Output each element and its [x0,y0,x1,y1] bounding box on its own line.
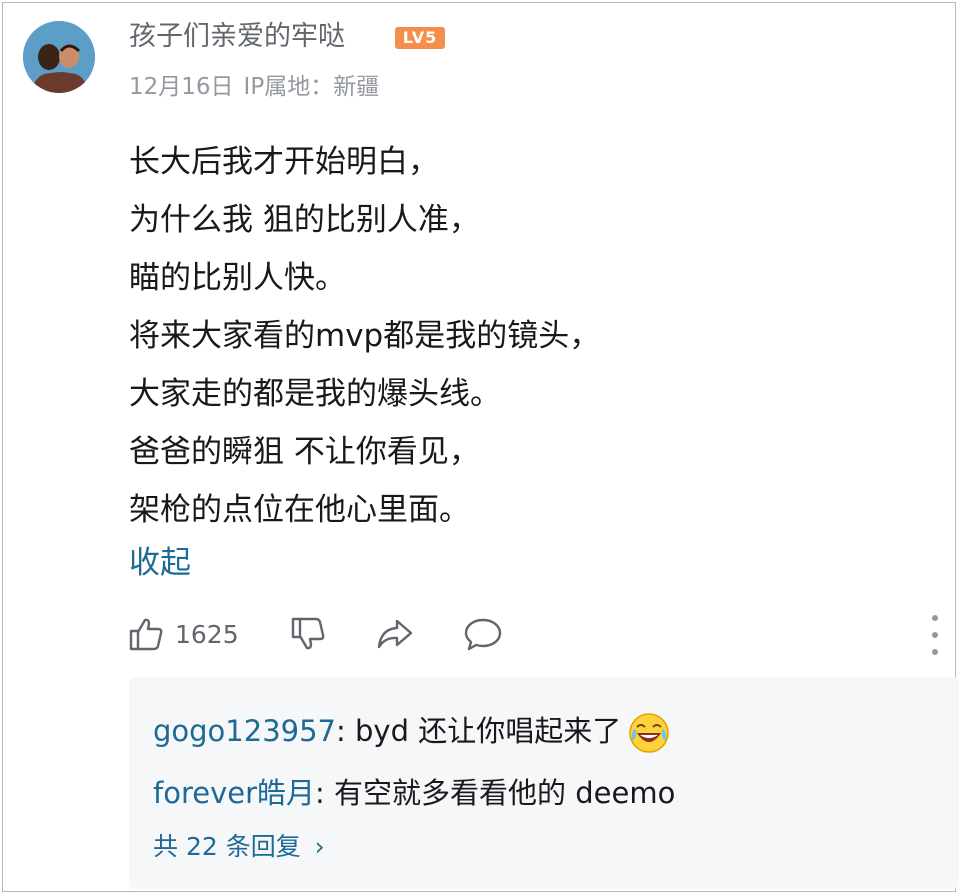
more-replies-label: 共 22 条回复 [153,832,301,861]
share-button[interactable] [375,609,415,659]
like-button[interactable]: 1625 [127,609,239,659]
reply-item: gogo123957: byd 还让你唱起来了 [153,709,671,755]
comment-line: 将来大家看的mvp都是我的镜头， [129,318,601,354]
action-bar: 1625 [127,609,947,659]
like-icon [129,618,163,651]
laughing-crying-emoji [629,713,669,753]
reply-text: : 有空就多看看他的 deemo [315,776,676,810]
comment-line: 爸爸的瞬狙 不让你看见， [129,434,480,470]
reply-button[interactable] [463,609,503,659]
level-badge: LV5 [395,27,445,49]
comment-meta: 12月16日 IP属地：新疆 [129,69,379,105]
reply-text: : byd 还让你唱起来了 [336,714,622,748]
comment-line: 为什么我 狙的比别人准， [129,202,480,238]
share-icon [377,619,413,649]
reply-icon [464,618,502,651]
reply-username[interactable]: forever皓月 [153,776,315,810]
ip-location: IP属地：新疆 [243,74,380,100]
more-icon[interactable] [925,615,945,655]
reply-username[interactable]: gogo123957 [153,714,336,748]
dislike-icon [291,617,325,650]
reply-preview: gogo123957: byd 还让你唱起来了 forever皓月: 有空就多看… [129,677,959,889]
view-more-replies-link[interactable]: 共 22 条回复 › [153,827,325,867]
avatar[interactable] [23,21,95,93]
comment-body: 长大后我才开始明白， 为什么我 狙的比别人准， 瞄的比别人快。 将来大家看的mv… [129,133,909,539]
comment-line: 长大后我才开始明白， [129,144,439,180]
reply-item: forever皓月: 有空就多看看他的 deemo [153,771,675,815]
comment-line: 架枪的点位在他心里面。 [129,492,470,528]
chevron-right-icon: › [314,832,325,861]
comment-line: 大家走的都是我的爆头线。 [129,376,501,412]
like-count: 1625 [175,619,239,649]
username[interactable]: 孩子们亲爱的牢哒 [129,17,345,57]
collapse-button[interactable]: 收起 [129,535,191,591]
comment-date: 12月16日 [129,74,234,100]
comment-line: 瞄的比别人快。 [129,260,346,296]
dislike-button[interactable] [289,609,327,659]
comment-card: 孩子们亲爱的牢哒 LV5 12月16日 IP属地：新疆 长大后我才开始明白， 为什… [2,2,959,892]
